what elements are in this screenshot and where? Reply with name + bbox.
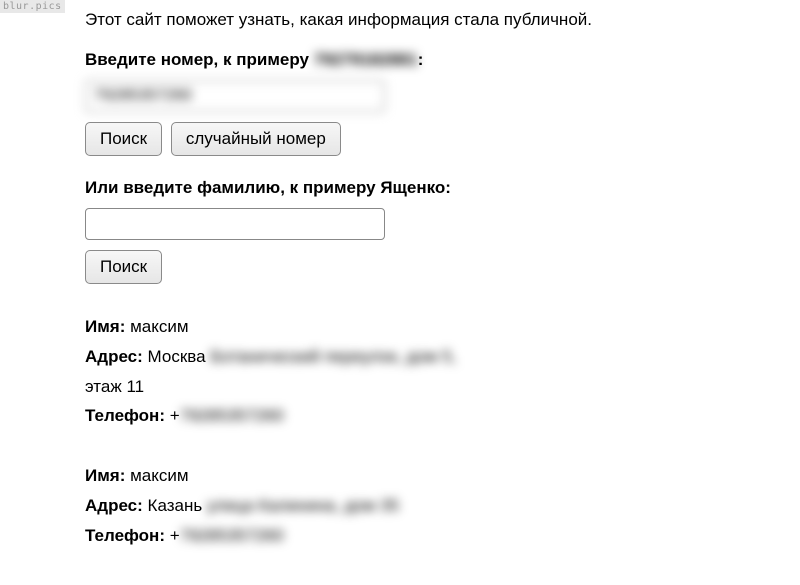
result-name-value: максим <box>130 466 188 485</box>
result-phone-prefix: + <box>170 526 180 545</box>
name-search-button[interactable]: Поиск <box>85 250 162 284</box>
name-search-form: Или введите фамилию, к примеру Ященко: П… <box>85 178 770 284</box>
result-item: Имя: максим Адрес: Москва Ботанический п… <box>85 312 770 431</box>
result-phone-rest: 79285357260 <box>180 526 284 545</box>
result-address-line2: этаж 11 <box>85 372 770 402</box>
phone-search-form: Введите номер, к примеру 79279182881: По… <box>85 50 770 156</box>
result-phone-row: Телефон: +79285357260 <box>85 401 770 431</box>
name-label: Или введите фамилию, к примеру Ященко: <box>85 178 770 198</box>
random-number-button[interactable]: случайный номер <box>171 122 341 156</box>
result-item: Имя: максим Адрес: Казань улица Калинина… <box>85 461 770 550</box>
name-input[interactable] <box>85 208 385 240</box>
result-phone-prefix: + <box>170 406 180 425</box>
phone-label: Введите номер, к примеру 79279182881: <box>85 50 770 70</box>
phone-label-prefix: Введите номер, к примеру <box>85 50 314 69</box>
phone-input[interactable] <box>85 80 385 112</box>
results-list: Имя: максим Адрес: Москва Ботанический п… <box>85 312 770 550</box>
name-field-label: Имя: <box>85 317 125 336</box>
result-address-rest: Ботанический переулок, дом 5, <box>210 347 456 366</box>
result-address-row: Адрес: Москва Ботанический переулок, дом… <box>85 342 770 372</box>
result-name-row: Имя: максим <box>85 312 770 342</box>
intro-text: Этот сайт поможет узнать, какая информац… <box>85 10 770 30</box>
phone-label-example: 79279182881 <box>314 50 418 69</box>
result-name-value: максим <box>130 317 188 336</box>
result-name-row: Имя: максим <box>85 461 770 491</box>
phone-search-button[interactable]: Поиск <box>85 122 162 156</box>
watermark: blur.pics <box>0 0 65 13</box>
address-field-label: Адрес: <box>85 496 143 515</box>
result-address-city: Москва <box>148 347 206 366</box>
result-address-rest: улица Калинина, дом 35 <box>207 496 399 515</box>
phone-label-suffix: : <box>418 50 424 69</box>
main-content: Этот сайт поможет узнать, какая информац… <box>0 0 800 550</box>
result-address-row: Адрес: Казань улица Калинина, дом 35 <box>85 491 770 521</box>
phone-field-label: Телефон: <box>85 526 165 545</box>
result-address-city: Казань <box>148 496 203 515</box>
phone-field-label: Телефон: <box>85 406 165 425</box>
address-field-label: Адрес: <box>85 347 143 366</box>
name-field-label: Имя: <box>85 466 125 485</box>
result-phone-row: Телефон: +79285357260 <box>85 521 770 551</box>
result-phone-rest: 79285357260 <box>180 406 284 425</box>
